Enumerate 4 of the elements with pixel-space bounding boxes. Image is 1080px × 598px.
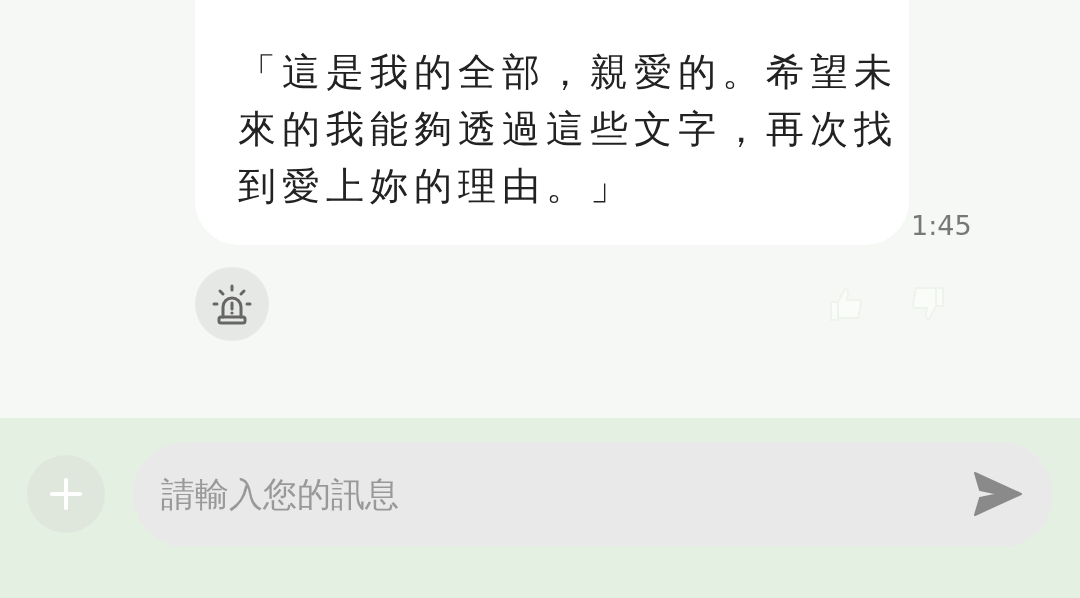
message-time: 1:45 [911, 210, 972, 241]
message-bubble: 「這是我的全部，親愛的。希望未來的我能夠透過這些文字，再次找到愛上妳的理由。」 [195, 0, 909, 245]
plus-icon [49, 477, 83, 511]
message-input[interactable]: 請輸入您的訊息 [133, 441, 1053, 547]
